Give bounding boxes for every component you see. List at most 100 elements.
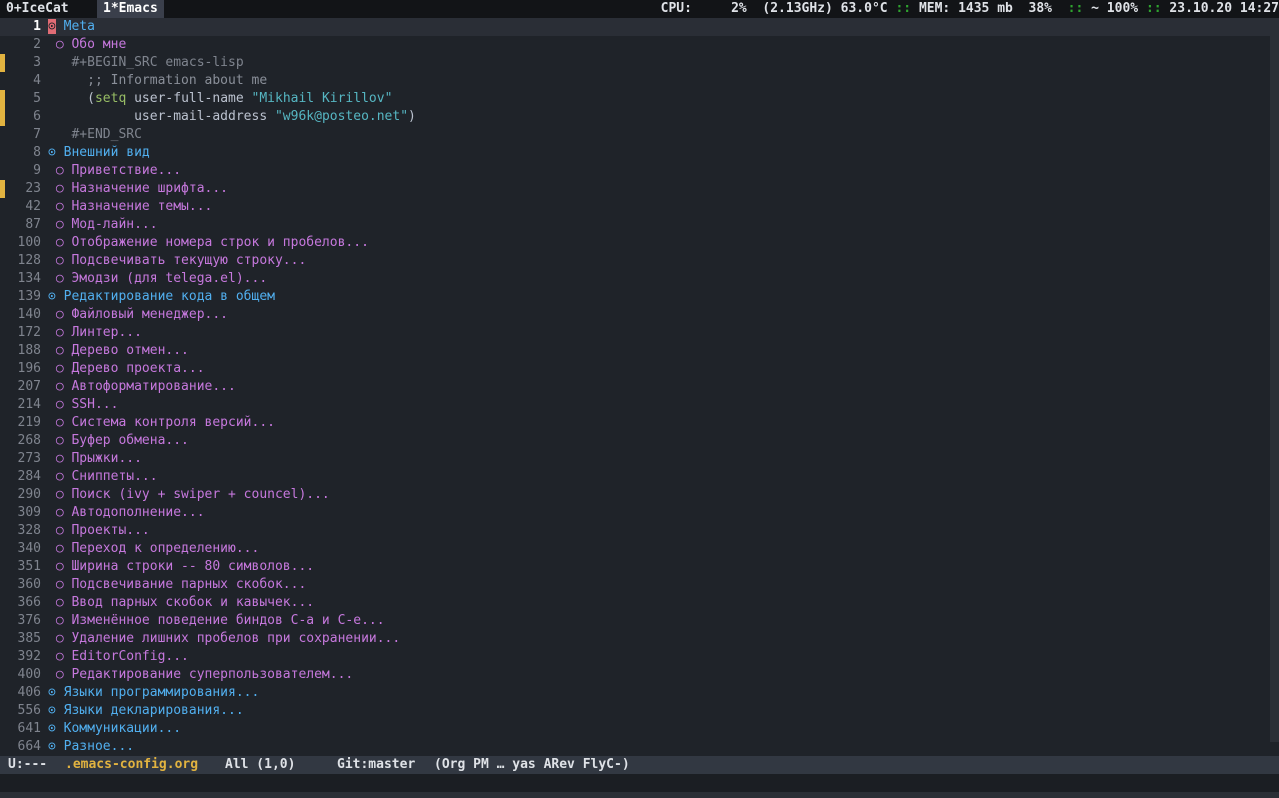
line-number: 376 bbox=[17, 613, 41, 628]
editor-buffer[interactable]: 1 ⊙ Meta 2 ○ Обо мне 3 #+BEGIN_SRC emacs-li… bbox=[0, 18, 1279, 756]
editor-line[interactable]: 6 user-mail-address "w96k@posteo.net") bbox=[0, 108, 1279, 126]
line-number: 340 bbox=[17, 541, 41, 556]
line-content: ○ Автоформатирование... bbox=[48, 378, 236, 396]
vc-branch[interactable]: Git:master bbox=[337, 756, 415, 774]
cpu-frequency-temp: (2.13GHz) 63.0°C bbox=[762, 1, 888, 16]
buffer-name[interactable]: .emacs-config.org bbox=[65, 756, 198, 774]
editor-line[interactable]: 328 ○ Проекты... bbox=[0, 522, 1279, 540]
editor-line[interactable]: 87 ○ Мод-лайн... bbox=[0, 216, 1279, 234]
mode-line: U:--- .emacs-config.org All (1,0) Git:maste… bbox=[0, 756, 1279, 774]
editor-line[interactable]: 406 ⊙ Языки программирования... bbox=[0, 684, 1279, 702]
editor-line[interactable]: 5 (setq user-full-name "Mikhail Kirillov… bbox=[0, 90, 1279, 108]
editor-line[interactable]: 351 ○ Ширина строки -- 80 символов... bbox=[0, 558, 1279, 576]
editor-line[interactable]: 7 #+END_SRC bbox=[0, 126, 1279, 144]
cpu-label: CPU: bbox=[660, 1, 692, 16]
line-content: ○ Поиск (ivy + swiper + councel)... bbox=[48, 486, 330, 504]
line-number: 406 bbox=[17, 685, 41, 700]
editor-line[interactable]: 340 ○ Переход к определению... bbox=[0, 540, 1279, 558]
editor-line[interactable]: 100 ○ Отображение номера строк и пробело… bbox=[0, 234, 1279, 252]
line-content: ○ Редактирование суперпользователем... bbox=[48, 666, 353, 684]
line-number: 207 bbox=[17, 379, 41, 394]
editor-line[interactable]: 42 ○ Назначение темы... bbox=[0, 198, 1279, 216]
line-content: #+BEGIN_SRC emacs-lisp bbox=[48, 54, 244, 72]
line-number: 2 bbox=[33, 37, 41, 52]
line-number: 8 bbox=[33, 145, 41, 160]
editor-line[interactable]: 366 ○ Ввод парных скобок и кавычек... bbox=[0, 594, 1279, 612]
line-number: 328 bbox=[17, 523, 41, 538]
status-separator: :: bbox=[1067, 1, 1084, 16]
memory-percent: 38% bbox=[1028, 1, 1052, 16]
editor-line[interactable]: 3 #+BEGIN_SRC emacs-lisp bbox=[0, 54, 1279, 72]
editor-line[interactable]: 385 ○ Удаление лишних пробелов при сохра… bbox=[0, 630, 1279, 648]
editor-line[interactable]: 556 ⊙ Языки декларирования... bbox=[0, 702, 1279, 720]
top-status-bar: 0+IceCat 1*Emacs CPU: 2% (2.13GHz) 63.0°… bbox=[0, 0, 1279, 18]
editor-line[interactable]: 268 ○ Буфер обмена... bbox=[0, 432, 1279, 450]
editor-line[interactable]: 172 ○ Линтер... bbox=[0, 324, 1279, 342]
text-segment: ○ Линтер... bbox=[48, 325, 142, 340]
line-content: ⊙ Языки декларирования... bbox=[48, 702, 244, 720]
scrollbar-thumb[interactable] bbox=[1270, 18, 1279, 742]
text-segment: ○ Проекты... bbox=[48, 523, 150, 538]
editor-line[interactable]: 376 ○ Изменённое поведение биндов C-a и … bbox=[0, 612, 1279, 630]
editor-line[interactable]: 664 ⊙ Разное... bbox=[0, 738, 1279, 756]
line-number: 641 bbox=[17, 721, 41, 736]
line-content: ○ Прыжки... bbox=[48, 450, 142, 468]
line-content: ○ Линтер... bbox=[48, 324, 142, 342]
editor-line[interactable]: 8 ⊙ Внешний вид bbox=[0, 144, 1279, 162]
editor-line[interactable]: 134 ○ Эмодзи (для telega.el)... bbox=[0, 270, 1279, 288]
editor-line[interactable]: 360 ○ Подсвечивание парных скобок... bbox=[0, 576, 1279, 594]
editor-line[interactable]: 273 ○ Прыжки... bbox=[0, 450, 1279, 468]
editor-line[interactable]: 9 ○ Приветствие... bbox=[0, 162, 1279, 180]
text-segment: ○ SSH... bbox=[48, 397, 119, 412]
text-segment: ○ Подсвечивать текущую строку... bbox=[48, 253, 307, 268]
bottom-strip bbox=[0, 792, 1279, 798]
editor-line[interactable]: 207 ○ Автоформатирование... bbox=[0, 378, 1279, 396]
text-segment: ○ Автоформатирование... bbox=[48, 379, 236, 394]
text-segment: ○ Файловый менеджер... bbox=[48, 307, 229, 322]
editor-line[interactable]: 641 ⊙ Коммуникации... bbox=[0, 720, 1279, 738]
text-segment: ○ Ширина строки -- 80 символов... bbox=[48, 559, 315, 574]
text-segment: ○ Переход к определению... bbox=[48, 541, 260, 556]
git-gutter-marker bbox=[0, 108, 5, 126]
editor-line[interactable]: 139 ⊙ Редактирование кода в общем bbox=[0, 288, 1279, 306]
editor-line[interactable]: 23 ○ Назначение шрифта... bbox=[0, 180, 1279, 198]
date-time: 23.10.20 14:27 bbox=[1169, 1, 1279, 16]
editor-line[interactable]: 1 ⊙ Meta bbox=[0, 18, 1279, 36]
line-number: 172 bbox=[17, 325, 41, 340]
editor-line[interactable]: 188 ○ Дерево отмен... bbox=[0, 342, 1279, 360]
text-segment: ⊙ Коммуникации... bbox=[48, 721, 182, 736]
editor-line[interactable]: 392 ○ EditorConfig... bbox=[0, 648, 1279, 666]
text-segment: ○ Дерево проекта... bbox=[48, 361, 205, 376]
line-number: 290 bbox=[17, 487, 41, 502]
line-number: 100 bbox=[17, 235, 41, 250]
editor-line[interactable]: 284 ○ Сниппеты... bbox=[0, 468, 1279, 486]
editor-line[interactable]: 4 ;; Information about me bbox=[0, 72, 1279, 90]
line-content: ;; Information about me bbox=[48, 72, 267, 90]
text-segment: ○ Удаление лишних пробелов при сохранени… bbox=[48, 631, 401, 646]
text-segment: #+BEGIN_SRC emacs-lisp bbox=[48, 55, 244, 70]
text-segment: ) bbox=[408, 109, 416, 124]
editor-line[interactable]: 290 ○ Поиск (ivy + swiper + councel)... bbox=[0, 486, 1279, 504]
line-number: 1 bbox=[33, 19, 41, 34]
editor-line[interactable]: 2 ○ Обо мне bbox=[0, 36, 1279, 54]
editor-line[interactable]: 140 ○ Файловый менеджер... bbox=[0, 306, 1279, 324]
line-content: ⊙ Языки программирования... bbox=[48, 684, 259, 702]
minibuffer[interactable] bbox=[0, 774, 1279, 792]
editor-line[interactable]: 196 ○ Дерево проекта... bbox=[0, 360, 1279, 378]
minor-modes[interactable]: (Org PM … yas ARev FlyC-) bbox=[434, 756, 630, 774]
line-content: ○ Переход к определению... bbox=[48, 540, 260, 558]
workspace-tab-icecat[interactable]: 0+IceCat bbox=[0, 0, 75, 18]
text-segment: ○ Подсвечивание парных скобок... bbox=[48, 577, 307, 592]
line-content: ○ Подсвечивать текущую строку... bbox=[48, 252, 306, 270]
editor-line[interactable]: 214 ○ SSH... bbox=[0, 396, 1279, 414]
editor-line[interactable]: 219 ○ Система контроля версий... bbox=[0, 414, 1279, 432]
text-segment: ○ Система контроля версий... bbox=[48, 415, 275, 430]
editor-line[interactable]: 128 ○ Подсвечивать текущую строку... bbox=[0, 252, 1279, 270]
status-separator: :: bbox=[1145, 1, 1162, 16]
workspace-tab-emacs[interactable]: 1*Emacs bbox=[97, 0, 164, 18]
text-segment: ○ Мод-лайн... bbox=[48, 217, 158, 232]
text-segment: user-mail-address bbox=[48, 109, 275, 124]
editor-line[interactable]: 400 ○ Редактирование суперпользователем.… bbox=[0, 666, 1279, 684]
editor-line[interactable]: 309 ○ Автодополнение... bbox=[0, 504, 1279, 522]
line-content: ○ Приветствие... bbox=[48, 162, 181, 180]
